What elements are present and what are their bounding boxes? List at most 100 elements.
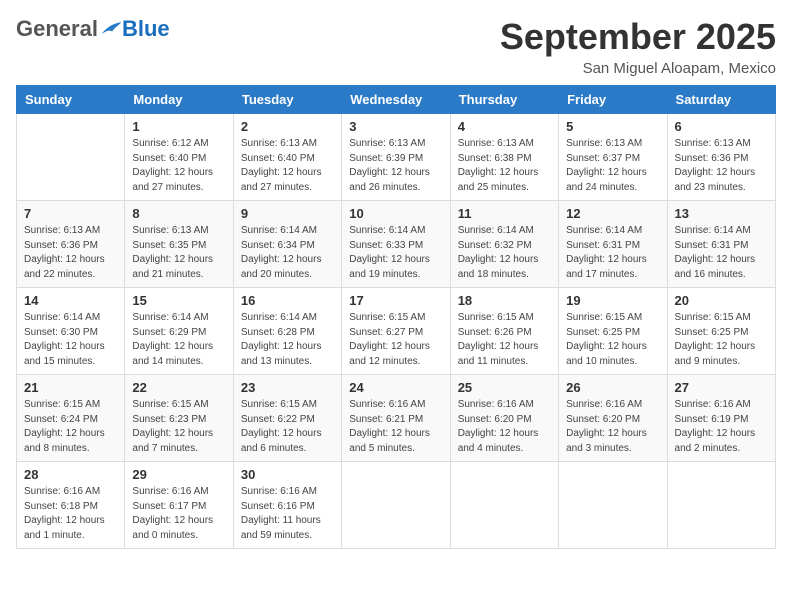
title-block: September 2025 San Miguel Aloapam, Mexic… bbox=[500, 16, 776, 77]
day-cell: 7 Sunrise: 6:13 AM Sunset: 6:36 PM Daylig… bbox=[17, 201, 125, 288]
day-info: Sunrise: 6:13 AM Sunset: 6:35 PM Dayligh… bbox=[132, 224, 225, 282]
weekday-header-friday: Friday bbox=[559, 86, 667, 114]
day-cell: 5 Sunrise: 6:13 AM Sunset: 6:37 PM Daylig… bbox=[559, 114, 667, 201]
day-info: Sunrise: 6:15 AM Sunset: 6:25 PM Dayligh… bbox=[675, 311, 768, 369]
day-info: Sunrise: 6:16 AM Sunset: 6:20 PM Dayligh… bbox=[458, 398, 551, 456]
day-cell: 9 Sunrise: 6:14 AM Sunset: 6:34 PM Daylig… bbox=[233, 201, 341, 288]
day-number: 1 bbox=[132, 119, 225, 134]
day-cell: 23 Sunrise: 6:15 AM Sunset: 6:22 PM Dayli… bbox=[233, 375, 341, 462]
page-header: General Blue September 2025 San Miguel A… bbox=[16, 16, 776, 77]
day-number: 30 bbox=[241, 467, 334, 482]
day-cell: 16 Sunrise: 6:14 AM Sunset: 6:28 PM Dayli… bbox=[233, 288, 341, 375]
logo-blue-text: Blue bbox=[122, 16, 170, 42]
day-info: Sunrise: 6:16 AM Sunset: 6:19 PM Dayligh… bbox=[675, 398, 768, 456]
day-info: Sunrise: 6:15 AM Sunset: 6:24 PM Dayligh… bbox=[24, 398, 117, 456]
day-info: Sunrise: 6:14 AM Sunset: 6:31 PM Dayligh… bbox=[675, 224, 768, 282]
day-info: Sunrise: 6:14 AM Sunset: 6:31 PM Dayligh… bbox=[566, 224, 659, 282]
day-number: 3 bbox=[349, 119, 442, 134]
day-info: Sunrise: 6:13 AM Sunset: 6:36 PM Dayligh… bbox=[24, 224, 117, 282]
day-info: Sunrise: 6:15 AM Sunset: 6:22 PM Dayligh… bbox=[241, 398, 334, 456]
day-info: Sunrise: 6:15 AM Sunset: 6:27 PM Dayligh… bbox=[349, 311, 442, 369]
day-info: Sunrise: 6:13 AM Sunset: 6:38 PM Dayligh… bbox=[458, 137, 551, 195]
weekday-header-sunday: Sunday bbox=[17, 86, 125, 114]
day-info: Sunrise: 6:16 AM Sunset: 6:20 PM Dayligh… bbox=[566, 398, 659, 456]
day-info: Sunrise: 6:15 AM Sunset: 6:26 PM Dayligh… bbox=[458, 311, 551, 369]
day-cell bbox=[559, 462, 667, 549]
day-cell: 6 Sunrise: 6:13 AM Sunset: 6:36 PM Daylig… bbox=[667, 114, 775, 201]
weekday-header-thursday: Thursday bbox=[450, 86, 558, 114]
day-cell: 27Sunrise: 6:16 AM Sunset: 6:19 PM Dayli… bbox=[667, 375, 775, 462]
day-number: 24 bbox=[349, 380, 442, 395]
day-info: Sunrise: 6:14 AM Sunset: 6:29 PM Dayligh… bbox=[132, 311, 225, 369]
day-number: 20 bbox=[675, 293, 768, 308]
week-row-4: 28 Sunrise: 6:16 AM Sunset: 6:18 PM Dayli… bbox=[17, 462, 776, 549]
weekday-header-tuesday: Tuesday bbox=[233, 86, 341, 114]
month-title: September 2025 bbox=[500, 16, 776, 58]
day-number: 2 bbox=[241, 119, 334, 134]
day-cell: 29Sunrise: 6:16 AM Sunset: 6:17 PM Dayli… bbox=[125, 462, 233, 549]
week-row-1: 7 Sunrise: 6:13 AM Sunset: 6:36 PM Daylig… bbox=[17, 201, 776, 288]
day-cell: 25Sunrise: 6:16 AM Sunset: 6:20 PM Dayli… bbox=[450, 375, 558, 462]
day-number: 4 bbox=[458, 119, 551, 134]
day-info: Sunrise: 6:13 AM Sunset: 6:40 PM Dayligh… bbox=[241, 137, 334, 195]
day-info: Sunrise: 6:13 AM Sunset: 6:36 PM Dayligh… bbox=[675, 137, 768, 195]
day-cell: 10Sunrise: 6:14 AM Sunset: 6:33 PM Dayli… bbox=[342, 201, 450, 288]
day-number: 19 bbox=[566, 293, 659, 308]
day-info: Sunrise: 6:15 AM Sunset: 6:23 PM Dayligh… bbox=[132, 398, 225, 456]
day-info: Sunrise: 6:14 AM Sunset: 6:28 PM Dayligh… bbox=[241, 311, 334, 369]
day-cell: 17 Sunrise: 6:15 AM Sunset: 6:27 PM Dayli… bbox=[342, 288, 450, 375]
day-info: Sunrise: 6:13 AM Sunset: 6:37 PM Dayligh… bbox=[566, 137, 659, 195]
day-number: 18 bbox=[458, 293, 551, 308]
day-cell: 11Sunrise: 6:14 AM Sunset: 6:32 PM Dayli… bbox=[450, 201, 558, 288]
day-number: 14 bbox=[24, 293, 117, 308]
day-number: 7 bbox=[24, 206, 117, 221]
day-info: Sunrise: 6:13 AM Sunset: 6:39 PM Dayligh… bbox=[349, 137, 442, 195]
weekday-header-saturday: Saturday bbox=[667, 86, 775, 114]
day-number: 16 bbox=[241, 293, 334, 308]
day-number: 23 bbox=[241, 380, 334, 395]
day-number: 22 bbox=[132, 380, 225, 395]
day-info: Sunrise: 6:14 AM Sunset: 6:30 PM Dayligh… bbox=[24, 311, 117, 369]
day-number: 21 bbox=[24, 380, 117, 395]
logo-general-text: General bbox=[16, 16, 98, 42]
day-info: Sunrise: 6:12 AM Sunset: 6:40 PM Dayligh… bbox=[132, 137, 225, 195]
day-number: 9 bbox=[241, 206, 334, 221]
week-row-2: 14 Sunrise: 6:14 AM Sunset: 6:30 PM Dayli… bbox=[17, 288, 776, 375]
day-cell: 22 Sunrise: 6:15 AM Sunset: 6:23 PM Dayli… bbox=[125, 375, 233, 462]
day-cell: 13 Sunrise: 6:14 AM Sunset: 6:31 PM Dayli… bbox=[667, 201, 775, 288]
day-number: 10 bbox=[349, 206, 442, 221]
day-cell: 21 Sunrise: 6:15 AM Sunset: 6:24 PM Dayli… bbox=[17, 375, 125, 462]
day-number: 15 bbox=[132, 293, 225, 308]
day-number: 29 bbox=[132, 467, 225, 482]
day-cell: 18 Sunrise: 6:15 AM Sunset: 6:26 PM Dayli… bbox=[450, 288, 558, 375]
day-info: Sunrise: 6:14 AM Sunset: 6:34 PM Dayligh… bbox=[241, 224, 334, 282]
day-info: Sunrise: 6:16 AM Sunset: 6:18 PM Dayligh… bbox=[24, 485, 117, 543]
location-text: San Miguel Aloapam, Mexico bbox=[500, 60, 776, 77]
day-info: Sunrise: 6:15 AM Sunset: 6:25 PM Dayligh… bbox=[566, 311, 659, 369]
day-info: Sunrise: 6:16 AM Sunset: 6:21 PM Dayligh… bbox=[349, 398, 442, 456]
day-number: 11 bbox=[458, 206, 551, 221]
day-number: 13 bbox=[675, 206, 768, 221]
day-cell bbox=[17, 114, 125, 201]
day-cell bbox=[342, 462, 450, 549]
weekday-header-row: SundayMondayTuesdayWednesdayThursdayFrid… bbox=[17, 86, 776, 114]
day-cell: 1 Sunrise: 6:12 AM Sunset: 6:40 PM Daylig… bbox=[125, 114, 233, 201]
day-cell: 19 Sunrise: 6:15 AM Sunset: 6:25 PM Dayli… bbox=[559, 288, 667, 375]
week-row-0: 1 Sunrise: 6:12 AM Sunset: 6:40 PM Daylig… bbox=[17, 114, 776, 201]
day-number: 26 bbox=[566, 380, 659, 395]
week-row-3: 21 Sunrise: 6:15 AM Sunset: 6:24 PM Dayli… bbox=[17, 375, 776, 462]
day-info: Sunrise: 6:16 AM Sunset: 6:16 PM Dayligh… bbox=[241, 485, 334, 543]
day-cell: 30 Sunrise: 6:16 AM Sunset: 6:16 PM Dayli… bbox=[233, 462, 341, 549]
logo-bird-icon bbox=[100, 20, 122, 38]
day-cell: 26 Sunrise: 6:16 AM Sunset: 6:20 PM Dayli… bbox=[559, 375, 667, 462]
day-cell: 4 Sunrise: 6:13 AM Sunset: 6:38 PM Daylig… bbox=[450, 114, 558, 201]
day-cell bbox=[667, 462, 775, 549]
day-cell: 14 Sunrise: 6:14 AM Sunset: 6:30 PM Dayli… bbox=[17, 288, 125, 375]
logo: General Blue bbox=[16, 16, 170, 42]
day-cell: 12Sunrise: 6:14 AM Sunset: 6:31 PM Dayli… bbox=[559, 201, 667, 288]
day-number: 5 bbox=[566, 119, 659, 134]
day-cell: 24 Sunrise: 6:16 AM Sunset: 6:21 PM Dayli… bbox=[342, 375, 450, 462]
day-number: 17 bbox=[349, 293, 442, 308]
day-number: 6 bbox=[675, 119, 768, 134]
day-number: 28 bbox=[24, 467, 117, 482]
